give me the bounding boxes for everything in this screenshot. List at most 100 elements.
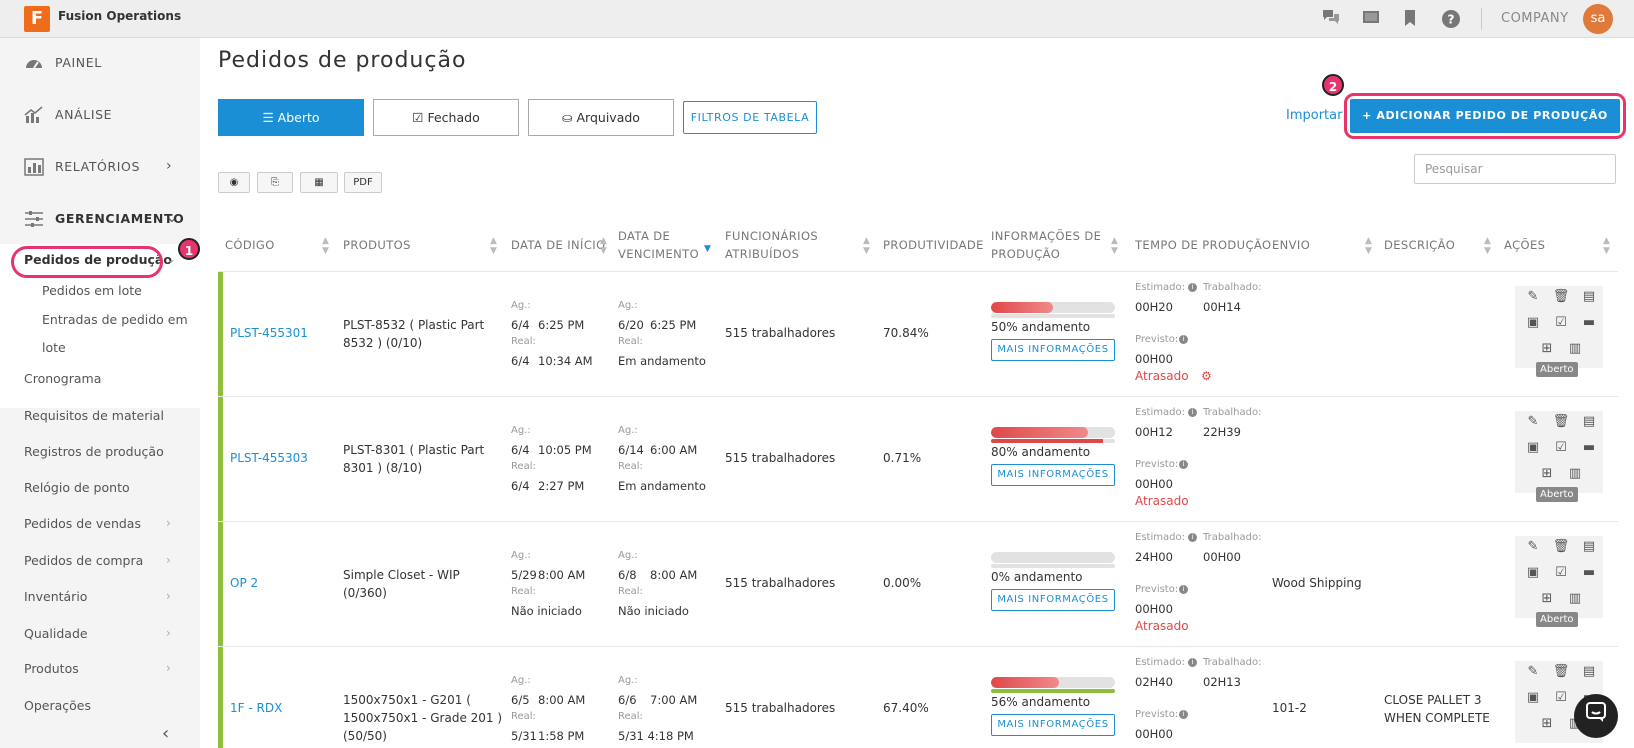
table-icon[interactable]: ▦	[300, 172, 338, 193]
help-icon[interactable]: ?	[1441, 9, 1461, 29]
sort-icon[interactable]: ▲ ▼	[1365, 236, 1372, 256]
sort-icon[interactable]: ▲ ▼	[1111, 236, 1118, 256]
sort-desc-icon[interactable]: ▼	[704, 244, 711, 254]
report-icon[interactable]: ▤	[1580, 538, 1598, 556]
barcode-icon[interactable]: ▥	[1566, 590, 1584, 608]
report-icon[interactable]: ▤	[1580, 288, 1598, 306]
sidebar-item-requisitos[interactable]: Requisitos de material	[24, 408, 164, 423]
col-header-codigo[interactable]: CÓDIGO	[225, 236, 275, 254]
sort-icon[interactable]: ▲ ▼	[490, 236, 497, 256]
avatar[interactable]: sa	[1583, 4, 1613, 34]
col-header-funcionarios-2[interactable]: ATRIBUÍDOS	[725, 245, 799, 263]
report-icon[interactable]: ▤	[1580, 663, 1598, 681]
hierarchy-icon[interactable]: ⊞	[1538, 340, 1556, 358]
delete-icon[interactable]: 🗑	[1552, 288, 1570, 306]
sidebar-item-produtos[interactable]: Produtos	[24, 661, 79, 676]
more-info-button[interactable]: MAIS INFORMAÇÕES	[991, 714, 1115, 736]
chat-icon[interactable]	[1321, 9, 1341, 29]
col-header-info-2[interactable]: PRODUÇÃO	[991, 245, 1060, 263]
sidebar-item-compra[interactable]: Pedidos de compra	[24, 553, 143, 568]
sidebar-item-qualidade[interactable]: Qualidade	[24, 626, 88, 641]
gears-icon[interactable]: ⚙	[1201, 369, 1212, 383]
table-filters-button[interactable]: FILTROS DE TABELA	[683, 101, 817, 134]
checklist-icon[interactable]: ☑	[1552, 314, 1570, 332]
sort-icon[interactable]: ▲ ▼	[322, 236, 329, 256]
remove-screen-icon[interactable]: ▣	[1524, 564, 1542, 582]
sidebar-item-operacoes[interactable]: Operações	[24, 698, 91, 713]
info-icon[interactable]: i	[1185, 532, 1197, 543]
table-row[interactable]: OP 2 Simple Closet - WIP (0/360) Ag.: 5/29 8:…	[218, 522, 1618, 647]
pdf-button[interactable]: PDF	[344, 172, 382, 193]
search-input[interactable]: Pesquisar	[1414, 154, 1616, 184]
edit-icon[interactable]: ✎	[1524, 538, 1542, 556]
col-header-vencimento-1[interactable]: DATA DE	[618, 227, 670, 245]
sidebar-item-inventario[interactable]: Inventário	[24, 589, 87, 604]
table-row[interactable]: 1F - RDX 1500x750x1 - G201 (1500x750x1 - …	[218, 647, 1618, 748]
hierarchy-icon[interactable]: ⊞	[1538, 590, 1556, 608]
chat-launcher-icon[interactable]	[1574, 694, 1618, 738]
info-icon[interactable]: i	[1185, 282, 1197, 293]
col-header-produtos[interactable]: PRODUTOS	[343, 236, 411, 254]
tab-fechado[interactable]: ☑ Fechado	[373, 99, 519, 136]
order-code-link[interactable]: PLST-455301	[230, 324, 308, 342]
barcode-icon[interactable]: ▥	[1566, 465, 1584, 483]
archive-icon[interactable]: ▬	[1580, 564, 1598, 582]
col-header-descricao[interactable]: DESCRIÇÃO	[1384, 236, 1455, 254]
sidebar-item-analise[interactable]: ANÁLISE	[0, 90, 200, 142]
eye-icon[interactable]: ◉	[218, 172, 250, 193]
remove-screen-icon[interactable]: ▣	[1524, 439, 1542, 457]
edit-icon[interactable]: ✎	[1524, 663, 1542, 681]
checklist-icon[interactable]: ☑	[1552, 689, 1570, 707]
sidebar-collapse-icon[interactable]: ‹	[162, 723, 169, 744]
sidebar-item-entradas-de-pedido[interactable]: Entradas de pedido em	[42, 312, 188, 327]
delete-icon[interactable]: 🗑	[1552, 663, 1570, 681]
sort-icon[interactable]: ▲ ▼	[863, 236, 870, 256]
edit-icon[interactable]: ✎	[1524, 288, 1542, 306]
sidebar-item-entradas-de-pedido-cont[interactable]: lote	[42, 340, 66, 355]
tab-arquivado[interactable]: ⛀ Arquivado	[528, 99, 674, 136]
more-info-button[interactable]: MAIS INFORMAÇÕES	[991, 339, 1115, 361]
info-icon[interactable]: i	[1176, 709, 1188, 720]
archive-icon[interactable]: ▬	[1580, 314, 1598, 332]
app-logo-icon[interactable]: F	[24, 6, 50, 32]
sidebar-item-relatorios[interactable]: RELATÓRIOS ›	[0, 142, 200, 194]
tab-aberto[interactable]: ☰ Aberto	[218, 99, 364, 136]
more-info-button[interactable]: MAIS INFORMAÇÕES	[991, 464, 1115, 486]
edit-icon[interactable]: ✎	[1524, 413, 1542, 431]
order-code-link[interactable]: PLST-455303	[230, 449, 308, 467]
company-name[interactable]: COMPANY	[1501, 11, 1569, 26]
info-icon[interactable]: i	[1176, 584, 1188, 595]
more-info-button[interactable]: MAIS INFORMAÇÕES	[991, 589, 1115, 611]
info-icon[interactable]: i	[1176, 334, 1188, 345]
import-link[interactable]: Importar	[1286, 108, 1342, 123]
col-header-tempo[interactable]: TEMPO DE PRODUÇÃO	[1135, 236, 1271, 254]
remove-screen-icon[interactable]: ▣	[1524, 689, 1542, 707]
delete-icon[interactable]: 🗑	[1552, 413, 1570, 431]
sort-icon[interactable]: ▲ ▼	[1484, 236, 1491, 256]
sidebar-item-relogio[interactable]: Relógio de ponto	[24, 480, 130, 495]
sort-icon[interactable]: ▲ ▼	[600, 236, 607, 256]
sidebar-item-vendas[interactable]: Pedidos de vendas	[24, 516, 141, 531]
info-icon[interactable]: i	[1185, 657, 1197, 668]
hierarchy-icon[interactable]: ⊞	[1538, 465, 1556, 483]
sidebar-item-gerenciamento[interactable]: GERENCIAMENTO ⌄	[0, 194, 200, 246]
sidebar-item-cronograma[interactable]: Cronograma	[24, 371, 101, 386]
order-code-link[interactable]: 1F - RDX	[230, 699, 282, 717]
checklist-icon[interactable]: ☑	[1552, 439, 1570, 457]
sort-icon[interactable]: ▲ ▼	[1603, 236, 1610, 256]
barcode-icon[interactable]: ▥	[1566, 340, 1584, 358]
report-icon[interactable]: ▤	[1580, 413, 1598, 431]
copy-icon[interactable]: ⎘	[257, 172, 293, 193]
table-row[interactable]: PLST-455303 PLST-8301 ( Plastic Part 8301 …	[218, 397, 1618, 522]
archive-icon[interactable]: ▬	[1580, 439, 1598, 457]
col-header-funcionarios-1[interactable]: FUNCIONÁRIOS	[725, 227, 818, 245]
info-icon[interactable]: i	[1185, 407, 1197, 418]
sidebar-item-registros[interactable]: Registros de produção	[24, 444, 164, 459]
screen-icon[interactable]	[1361, 9, 1381, 29]
remove-screen-icon[interactable]: ▣	[1524, 314, 1542, 332]
table-row[interactable]: PLST-455301 PLST-8532 ( Plastic Part 8532 …	[218, 272, 1618, 397]
col-header-info-1[interactable]: INFORMAÇÕES DE	[991, 227, 1101, 245]
delete-icon[interactable]: 🗑	[1552, 538, 1570, 556]
hierarchy-icon[interactable]: ⊞	[1538, 715, 1556, 733]
col-header-produtividade[interactable]: PRODUTIVIDADE	[883, 236, 984, 254]
